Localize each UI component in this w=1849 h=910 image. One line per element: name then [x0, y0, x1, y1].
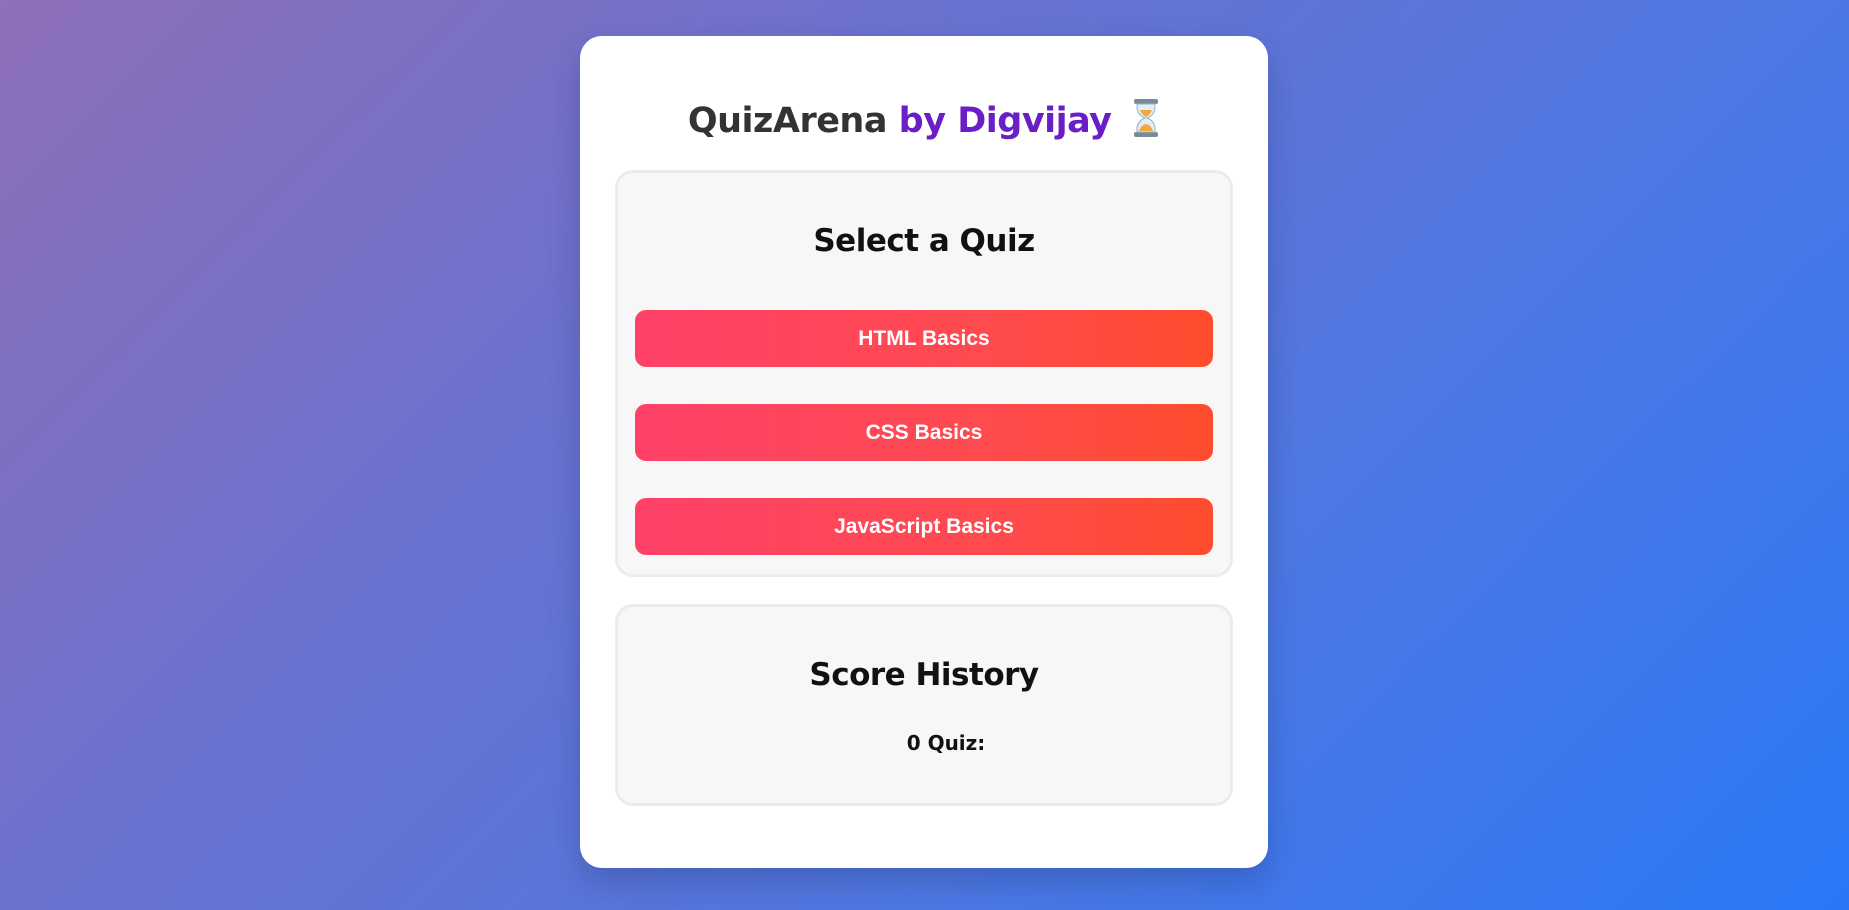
score-history-entry: 0 Quiz:: [906, 731, 986, 755]
quiz-select-heading: Select a Quiz: [813, 223, 1035, 259]
html-basics-button[interactable]: HTML Basics: [635, 310, 1213, 367]
app-title: QuizArena by Digvijay: [0, 96, 1849, 146]
javascript-basics-button[interactable]: JavaScript Basics: [635, 498, 1213, 555]
app-title-author: by Digvijay: [898, 101, 1112, 141]
app-title-main: QuizArena: [687, 101, 888, 141]
hourglass-icon: [1131, 98, 1161, 138]
css-basics-button[interactable]: CSS Basics: [635, 404, 1213, 461]
score-history-panel: Score History 0 Quiz:: [615, 604, 1233, 806]
quiz-select-panel: Select a Quiz HTML Basics CSS Basics Jav…: [615, 170, 1233, 577]
score-history-heading: Score History: [809, 657, 1039, 693]
